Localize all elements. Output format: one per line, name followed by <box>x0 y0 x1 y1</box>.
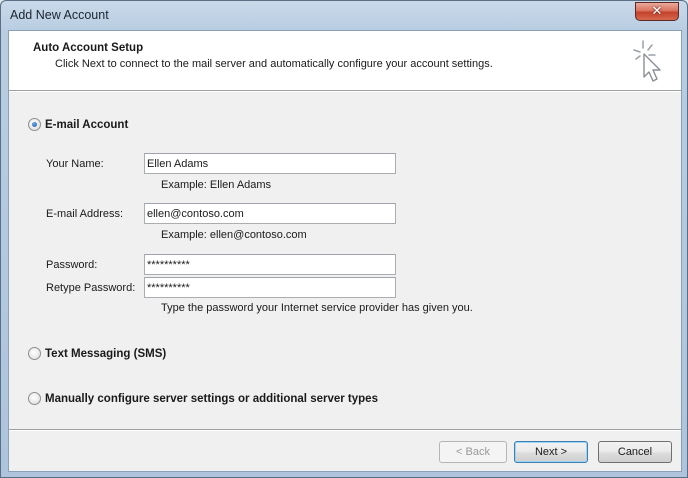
radio-selected-dot <box>32 122 37 127</box>
email-address-hint: Example: ellen@contoso.com <box>161 229 307 241</box>
text-messaging-label[interactable]: Text Messaging (SMS) <box>45 348 166 360</box>
header-description: Click Next to connect to the mail server… <box>55 58 493 70</box>
email-account-radio[interactable] <box>28 118 41 131</box>
email-account-label[interactable]: E-mail Account <box>45 119 128 131</box>
email-address-input[interactable] <box>144 203 396 224</box>
your-name-label: Your Name: <box>46 158 104 170</box>
window-title: Add New Account <box>10 8 109 22</box>
email-address-label: E-mail Address: <box>46 208 124 220</box>
manual-config-label[interactable]: Manually configure server settings or ad… <box>45 393 378 405</box>
header-divider <box>9 90 681 92</box>
manual-config-radio[interactable] <box>28 392 41 405</box>
manual-config-option[interactable]: Manually configure server settings or ad… <box>28 392 378 405</box>
wizard-header: Auto Account Setup Click Next to connect… <box>9 31 681 90</box>
email-account-option[interactable]: E-mail Account <box>28 118 128 131</box>
close-button[interactable]: ✕ <box>635 2 679 21</box>
cancel-button[interactable]: Cancel <box>598 441 672 463</box>
your-name-hint: Example: Ellen Adams <box>161 179 272 191</box>
footer-divider <box>9 429 681 431</box>
retype-password-input[interactable] <box>144 277 396 298</box>
back-button[interactable]: < Back <box>439 441 507 463</box>
header-title: Auto Account Setup <box>33 42 144 54</box>
text-messaging-radio[interactable] <box>28 347 41 360</box>
add-account-window: Add New Account ✕ Auto Account Setup Cli… <box>0 0 688 478</box>
password-hint: Type the password your Internet service … <box>161 302 473 314</box>
next-button[interactable]: Next > <box>514 441 588 463</box>
your-name-input[interactable] <box>144 153 396 174</box>
dialog-client-area: Auto Account Setup Click Next to connect… <box>8 30 682 472</box>
wizard-cursor-icon <box>633 40 661 82</box>
password-input[interactable] <box>144 254 396 275</box>
retype-password-label: Retype Password: <box>46 282 136 294</box>
close-icon: ✕ <box>651 4 663 19</box>
text-messaging-option[interactable]: Text Messaging (SMS) <box>28 347 166 360</box>
password-label: Password: <box>46 259 98 271</box>
title-bar[interactable]: Add New Account ✕ <box>1 1 687 31</box>
